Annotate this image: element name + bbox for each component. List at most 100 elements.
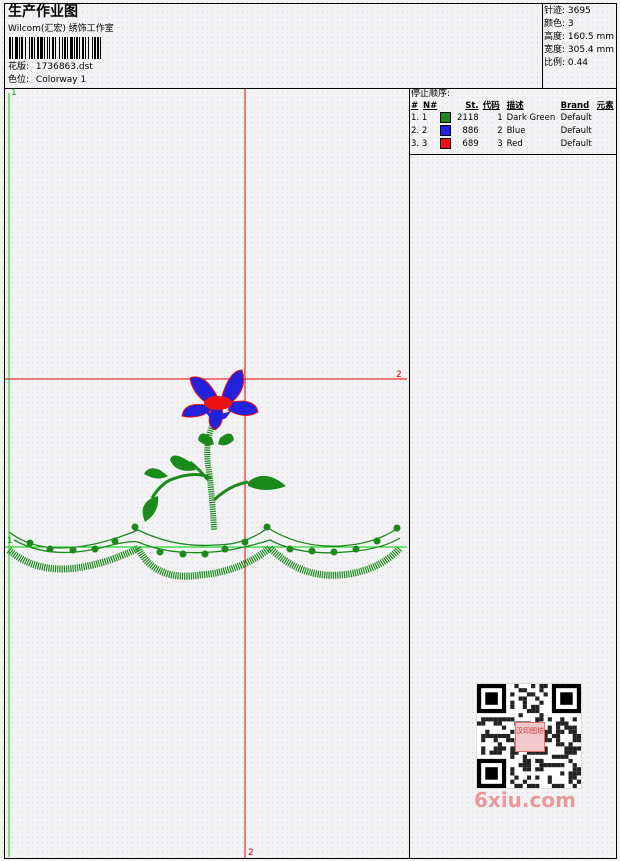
- qr-module: [493, 738, 498, 743]
- qr-module: [560, 717, 565, 722]
- qr-module: [526, 692, 532, 697]
- qr-module: [539, 713, 544, 718]
- qr-stamp: 汉印图坊: [515, 722, 545, 752]
- qr-module: [547, 779, 552, 784]
- qr-module: [522, 767, 527, 772]
- qr-module: [510, 754, 515, 759]
- qr-module: [497, 721, 502, 726]
- qr-module: [572, 763, 577, 768]
- qr-module: [501, 733, 507, 739]
- qr-module: [560, 729, 565, 734]
- qr-module: [510, 700, 515, 705]
- qr-module: [547, 763, 552, 768]
- qr-module: [481, 746, 486, 751]
- qr-module: [510, 717, 515, 722]
- qr-module: [518, 763, 523, 768]
- horizontal-guide-label: 2: [396, 370, 402, 380]
- qr-module: [481, 750, 486, 755]
- qr-module: [493, 733, 498, 739]
- qr-module: [568, 729, 573, 734]
- qr-module: [568, 750, 573, 755]
- qr-module: [568, 746, 573, 751]
- qr-module: [543, 684, 548, 689]
- qr-module: [489, 750, 494, 755]
- qr-module: [556, 725, 561, 730]
- qr-finder: [560, 692, 573, 705]
- qr-module: [481, 721, 486, 726]
- vertical-guide-label: 2: [248, 848, 254, 858]
- qr-module: [539, 688, 544, 693]
- qr-module: [547, 775, 552, 780]
- qr-module: [539, 684, 544, 689]
- qr-module: [497, 742, 502, 747]
- qr-module: [572, 729, 577, 734]
- qr-module: [501, 725, 507, 730]
- qr-module: [568, 742, 573, 747]
- qr-module: [514, 684, 519, 689]
- qr-module: [493, 750, 498, 755]
- qr-module: [576, 746, 581, 751]
- qr-module: [506, 733, 511, 739]
- qr-module: [522, 758, 527, 764]
- qr-module: [572, 717, 577, 722]
- qr-module: [572, 746, 577, 751]
- qr-module: [493, 717, 498, 722]
- qr-module: [518, 713, 523, 718]
- qr-module: [510, 767, 515, 772]
- qr-module: [551, 733, 557, 739]
- qr-stamp-text: 汉印图坊: [516, 727, 544, 735]
- qr-module: [556, 738, 561, 743]
- qr-module: [547, 729, 552, 734]
- qr-module: [514, 775, 519, 780]
- qr-module: [535, 708, 540, 714]
- qr-module: [485, 717, 490, 722]
- qr-module: [564, 721, 569, 726]
- qr-module: [506, 738, 511, 743]
- qr-module: [510, 692, 515, 697]
- qr-module: [572, 738, 577, 743]
- qr-module: [568, 779, 573, 784]
- qr-module: [539, 763, 544, 768]
- qr-module: [510, 771, 515, 776]
- qr-module: [576, 733, 581, 739]
- qr-module: [556, 729, 561, 734]
- qr-module: [522, 688, 527, 693]
- qr-module: [481, 733, 486, 739]
- qr-module: [564, 746, 569, 751]
- qr-module: [518, 696, 523, 701]
- qr-module: [535, 775, 540, 780]
- qr-module: [576, 771, 581, 776]
- qr-module: [535, 696, 540, 701]
- qr-module: [531, 692, 536, 697]
- qr-module: [493, 746, 498, 751]
- qr-module: [576, 738, 581, 743]
- qr-module: [560, 763, 565, 768]
- qr-module: [556, 733, 561, 739]
- qr-module: [539, 700, 544, 705]
- qr-module: [501, 746, 507, 751]
- qr-module: [497, 750, 502, 755]
- qr-module: [539, 767, 544, 772]
- qr-module: [547, 717, 552, 722]
- left-guide-label-top: 1: [11, 88, 17, 98]
- qr-module: [510, 750, 515, 755]
- qr-module: [568, 758, 573, 764]
- qr-module: [485, 729, 490, 734]
- qr-module: [518, 688, 523, 693]
- qr-module: [526, 775, 532, 780]
- qr-module: [556, 763, 561, 768]
- qr-module: [526, 708, 532, 714]
- qr-module: [531, 704, 536, 709]
- qr-module: [556, 742, 561, 747]
- qr-module: [489, 733, 494, 739]
- qr-module: [543, 692, 548, 697]
- qr-module: [560, 742, 565, 747]
- qr-module: [564, 750, 569, 755]
- qr-module: [510, 779, 515, 784]
- qr-module: [560, 771, 565, 776]
- qr-module: [556, 721, 561, 726]
- qr-module: [568, 771, 573, 776]
- qr-module: [497, 746, 502, 751]
- qr-module: [510, 738, 515, 743]
- qr-module: [481, 738, 486, 743]
